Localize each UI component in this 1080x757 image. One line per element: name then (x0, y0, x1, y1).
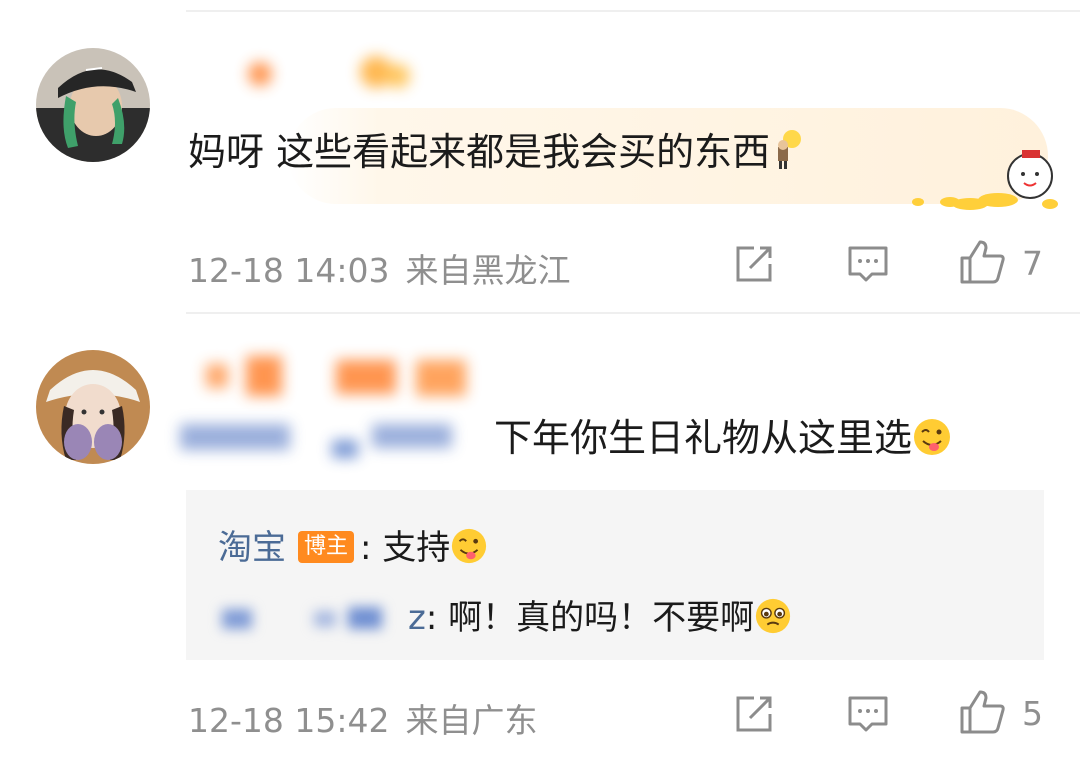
like-count: 5 (1022, 694, 1043, 733)
comment-body: 下年你生日礼物从这里选 (494, 416, 913, 460)
comment-location: 来自广东 (405, 701, 538, 740)
username-blur-image (206, 356, 466, 396)
like-button[interactable] (958, 238, 1006, 286)
comment-time: 12-18 14:03 (188, 251, 390, 290)
reply-author-suffix[interactable]: z (408, 598, 426, 638)
comment-body: 妈呀 这些看起来都是我会买的东西 (188, 130, 771, 174)
comment-meta: 12-18 14:03 来自黑龙江 (188, 244, 570, 292)
reply-box[interactable]: 淘宝 博主: 支持 z: 啊！真的吗！不要啊 (186, 490, 1044, 660)
comment-icon (848, 696, 888, 732)
reply-item: z: 啊！真的吗！不要啊 (218, 590, 792, 644)
tongue-out-icon (912, 417, 952, 468)
username-blurred[interactable] (196, 346, 486, 410)
username-blurred-secondary (172, 414, 472, 462)
reply-separator: : (425, 598, 438, 638)
top-divider (186, 10, 1080, 12)
avatar[interactable] (36, 350, 150, 464)
comment-meta: 12-18 15:42 来自广东 (188, 694, 537, 742)
comment-divider (186, 312, 1080, 314)
username-blur-image (180, 424, 452, 458)
comment-icon (848, 246, 888, 282)
share-icon (736, 696, 772, 732)
comment-text: 下年你生日礼物从这里选 (494, 414, 952, 468)
blogger-badge: 博主 (298, 531, 355, 563)
avatar-image (36, 350, 150, 464)
avatar-image (36, 48, 150, 162)
lightbulb-person-icon (770, 129, 804, 182)
username-blur-image (222, 607, 382, 629)
comment-time: 12-18 15:42 (188, 701, 390, 740)
thumbs-up-icon (960, 240, 1005, 284)
comment-location: 来自黑龙江 (405, 251, 571, 290)
reply-item: 淘宝 博主: 支持 (218, 520, 488, 574)
like-button[interactable] (958, 688, 1006, 736)
reply-author-blurred[interactable] (218, 601, 408, 635)
reply-text: 支持 (382, 528, 451, 568)
reply-button[interactable] (846, 242, 890, 286)
username-blur-image (248, 56, 410, 88)
share-button[interactable] (732, 692, 776, 736)
comment-text: 妈呀 这些看起来都是我会买的东西 (188, 128, 804, 182)
thumbs-up-icon (960, 690, 1005, 734)
pleading-face-icon (754, 597, 792, 644)
like-count: 7 (1022, 244, 1043, 283)
sticker-mascot-icon (912, 150, 1058, 210)
reply-author-link[interactable]: 淘宝 (218, 528, 286, 568)
share-icon (736, 246, 772, 282)
username-blurred[interactable] (236, 50, 436, 100)
avatar[interactable] (36, 48, 150, 162)
tongue-out-icon (450, 527, 488, 574)
share-button[interactable] (732, 242, 776, 286)
reply-separator: : (360, 528, 372, 568)
reply-button[interactable] (846, 692, 890, 736)
reply-text: 啊！真的吗！不要啊 (448, 598, 755, 638)
